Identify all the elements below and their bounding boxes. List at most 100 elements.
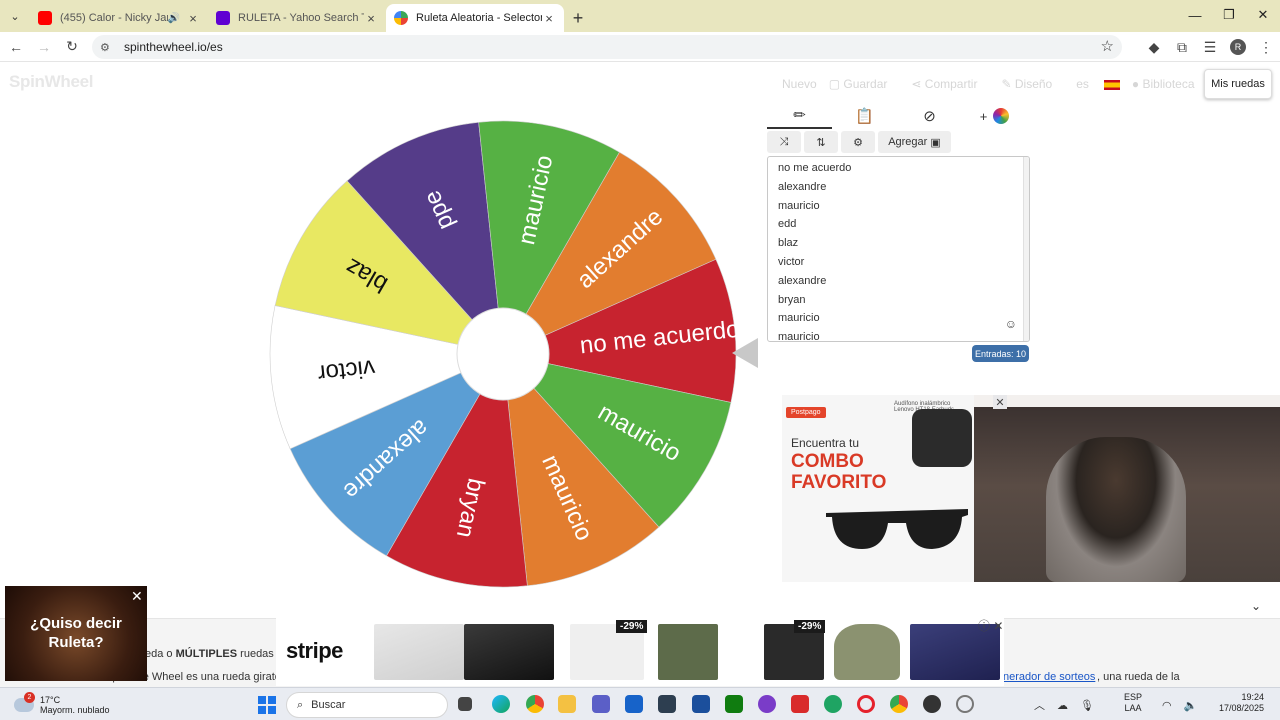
forward-icon[interactable]: → — [30, 33, 58, 61]
restore-icon[interactable]: ❐ — [1212, 0, 1246, 30]
file-explorer-icon[interactable] — [558, 695, 576, 713]
language-indicator[interactable]: ESP LAA — [1124, 692, 1142, 714]
ad-banner[interactable]: Postpago Audífono inalámbrico Lenovo HT1… — [782, 395, 1280, 582]
chevron-down-icon[interactable]: ⌄ — [1251, 599, 1261, 613]
app-icon[interactable] — [956, 695, 974, 713]
address-bar[interactable]: ⚙ spinthewheel.io/es ☆ — [92, 35, 1122, 59]
reload-icon[interactable]: ↻ — [58, 33, 86, 61]
list-item: alexandre — [778, 274, 827, 287]
bottom-ad-strip[interactable]: stripe -29% -29% — [276, 616, 1004, 686]
nav-new[interactable]: Nuevo — [782, 77, 817, 91]
app-icon[interactable] — [791, 695, 809, 713]
clipboard-icon[interactable]: 📋 — [832, 103, 897, 129]
taskbar-search-input[interactable]: ⌕ Buscar — [286, 692, 448, 718]
clock-date: 17/08/2025 — [1218, 703, 1264, 713]
site-logo[interactable]: SpinWheel — [9, 72, 94, 92]
ad-close-icon[interactable]: ✕ — [993, 395, 1007, 409]
app-icon[interactable] — [923, 695, 941, 713]
speaker-icon[interactable]: 🔊 — [168, 13, 180, 24]
spin-wheel[interactable]: no me acuerdo mauricio mauricio bryan alexan… — [268, 119, 741, 589]
close-window-icon[interactable]: ✕ — [1246, 0, 1280, 30]
wheel-pointer-icon — [732, 338, 758, 368]
shuffle-icon[interactable]: ⤨ — [767, 131, 801, 153]
kebab-menu-icon[interactable]: ⋮ — [1252, 33, 1280, 61]
wheel-svg[interactable]: no me acuerdomauriciomauriciobryanalexan… — [268, 119, 741, 589]
app-icon[interactable] — [824, 695, 842, 713]
edge-icon[interactable] — [492, 695, 510, 713]
system-clock[interactable]: 19:24 17/08/2025 — [1208, 692, 1264, 714]
windows-start-icon[interactable] — [258, 696, 276, 714]
nav-design-label: Diseño — [1014, 77, 1053, 91]
volume-icon[interactable]: 🔈 — [1184, 699, 1198, 712]
nav-language[interactable]: es — [1076, 77, 1120, 91]
sneaker-white-image[interactable] — [374, 624, 464, 680]
nav-share[interactable]: ⋖ Compartir — [911, 77, 989, 91]
footer-link[interactable]: nerador de sorteos — [1003, 671, 1095, 683]
settings-icon[interactable]: ⚙ — [841, 131, 875, 153]
minimize-icon[interactable]: — — [1178, 0, 1212, 30]
teams-icon[interactable] — [592, 695, 610, 713]
roulette-ad-text: ¿Quiso decir Ruleta? — [30, 615, 122, 651]
temperature: 17°C — [40, 695, 61, 705]
tshirt-green-image[interactable] — [658, 624, 718, 680]
bookmark-star-icon[interactable]: ☆ — [1101, 37, 1114, 55]
store-icon[interactable] — [625, 695, 643, 713]
site-info-icon[interactable]: ⚙ — [100, 41, 116, 54]
xbox-icon[interactable] — [725, 695, 743, 713]
close-tab-icon[interactable]: × — [364, 11, 378, 26]
browser-tab-spinwheel[interactable]: Ruleta Aleatoria - Selector Pers × — [386, 4, 564, 32]
nav-save[interactable]: ▢ Guardar — [829, 77, 900, 91]
editor-tools: ⤨ ⇅ ⚙ Agregar ▣ — [767, 131, 954, 153]
chrome-icon[interactable] — [890, 695, 908, 713]
nav-save-label: Guardar — [843, 77, 888, 91]
new-tab-button[interactable]: + — [564, 4, 592, 32]
eye-slash-icon[interactable]: ⊘ — [897, 103, 962, 129]
wheel-center-button[interactable] — [456, 307, 550, 401]
roulette-ad[interactable]: ¿Quiso decir Ruleta? — [5, 586, 147, 681]
app-icon[interactable] — [758, 695, 776, 713]
sort-icon[interactable]: ⇅ — [804, 131, 838, 153]
close-tab-icon[interactable]: × — [542, 11, 556, 26]
puzzle-icon[interactable]: ⧉ — [1168, 33, 1196, 61]
add-image-label: Agregar — [888, 136, 928, 148]
list-item: mauricio — [778, 312, 820, 325]
cap-image[interactable] — [834, 624, 900, 680]
task-view-icon[interactable] — [458, 697, 472, 711]
opera-icon[interactable] — [857, 695, 875, 713]
app-icon[interactable] — [658, 695, 676, 713]
footer-tail-text: , una rueda de la — [1097, 671, 1180, 683]
ad-creative[interactable]: Postpago Audífono inalámbrico Lenovo HT1… — [782, 395, 974, 582]
close-tab-icon[interactable]: × — [186, 11, 200, 26]
chrome-icon[interactable] — [526, 695, 544, 713]
notification-badge: 2 — [24, 692, 35, 703]
profile-avatar[interactable]: R — [1224, 33, 1252, 61]
emoji-icon[interactable]: ☺ — [1005, 317, 1017, 331]
color-wheel-icon[interactable]: + — [962, 103, 1027, 129]
wifi-icon[interactable]: ◠ — [1162, 699, 1172, 712]
cloud-sync-icon[interactable]: ☁ — [1057, 699, 1068, 712]
tab-title: RULETA - Yahoo Search Tus res — [238, 12, 364, 24]
weather-widget[interactable]: 2 17°C Mayorm. nublado — [14, 690, 110, 720]
entries-textarea[interactable]: no me acuerdo alexandre mauricio edd bla… — [767, 156, 1030, 342]
pencil-icon[interactable]: ✏ — [767, 103, 832, 129]
tray-chevron-icon[interactable]: ︿ — [1034, 697, 1045, 713]
my-wheels-button[interactable]: Mis ruedas — [1204, 69, 1272, 99]
browser-tab-youtube[interactable]: (455) Calor - Nicky Jam x Be 🔊 × — [30, 4, 208, 32]
tab-search-icon[interactable]: ⌄ — [0, 0, 30, 32]
yahoo-favicon-icon — [216, 11, 230, 25]
entries-scrollbar[interactable] — [1023, 157, 1029, 341]
extension-icon[interactable]: ◆ — [1140, 33, 1168, 61]
microphone-icon[interactable]: 🎙 — [1080, 699, 1094, 712]
roulette-ad-close-icon[interactable]: ✕ — [131, 588, 143, 605]
ad-info-close-icon[interactable]: ⓘ ✕ — [978, 617, 1003, 634]
browser-tab-yahoo[interactable]: RULETA - Yahoo Search Tus res × — [208, 4, 386, 32]
media-icon[interactable]: ☰ — [1196, 33, 1224, 61]
nav-design[interactable]: ✎ Diseño — [1001, 77, 1064, 91]
sneaker-black-image[interactable] — [464, 624, 554, 680]
browser-toolbar: ← → ↻ ⚙ spinthewheel.io/es ☆ ◆ ⧉ ☰ R ⋮ — [0, 32, 1280, 62]
app-icon[interactable] — [692, 695, 710, 713]
top-nav: Nuevo ▢ Guardar ⋖ Compartir ✎ Diseño es … — [782, 72, 1239, 96]
add-image-button[interactable]: Agregar ▣ — [878, 131, 951, 153]
nav-library[interactable]: ● Biblioteca — [1132, 77, 1207, 91]
back-icon[interactable]: ← — [2, 33, 30, 61]
